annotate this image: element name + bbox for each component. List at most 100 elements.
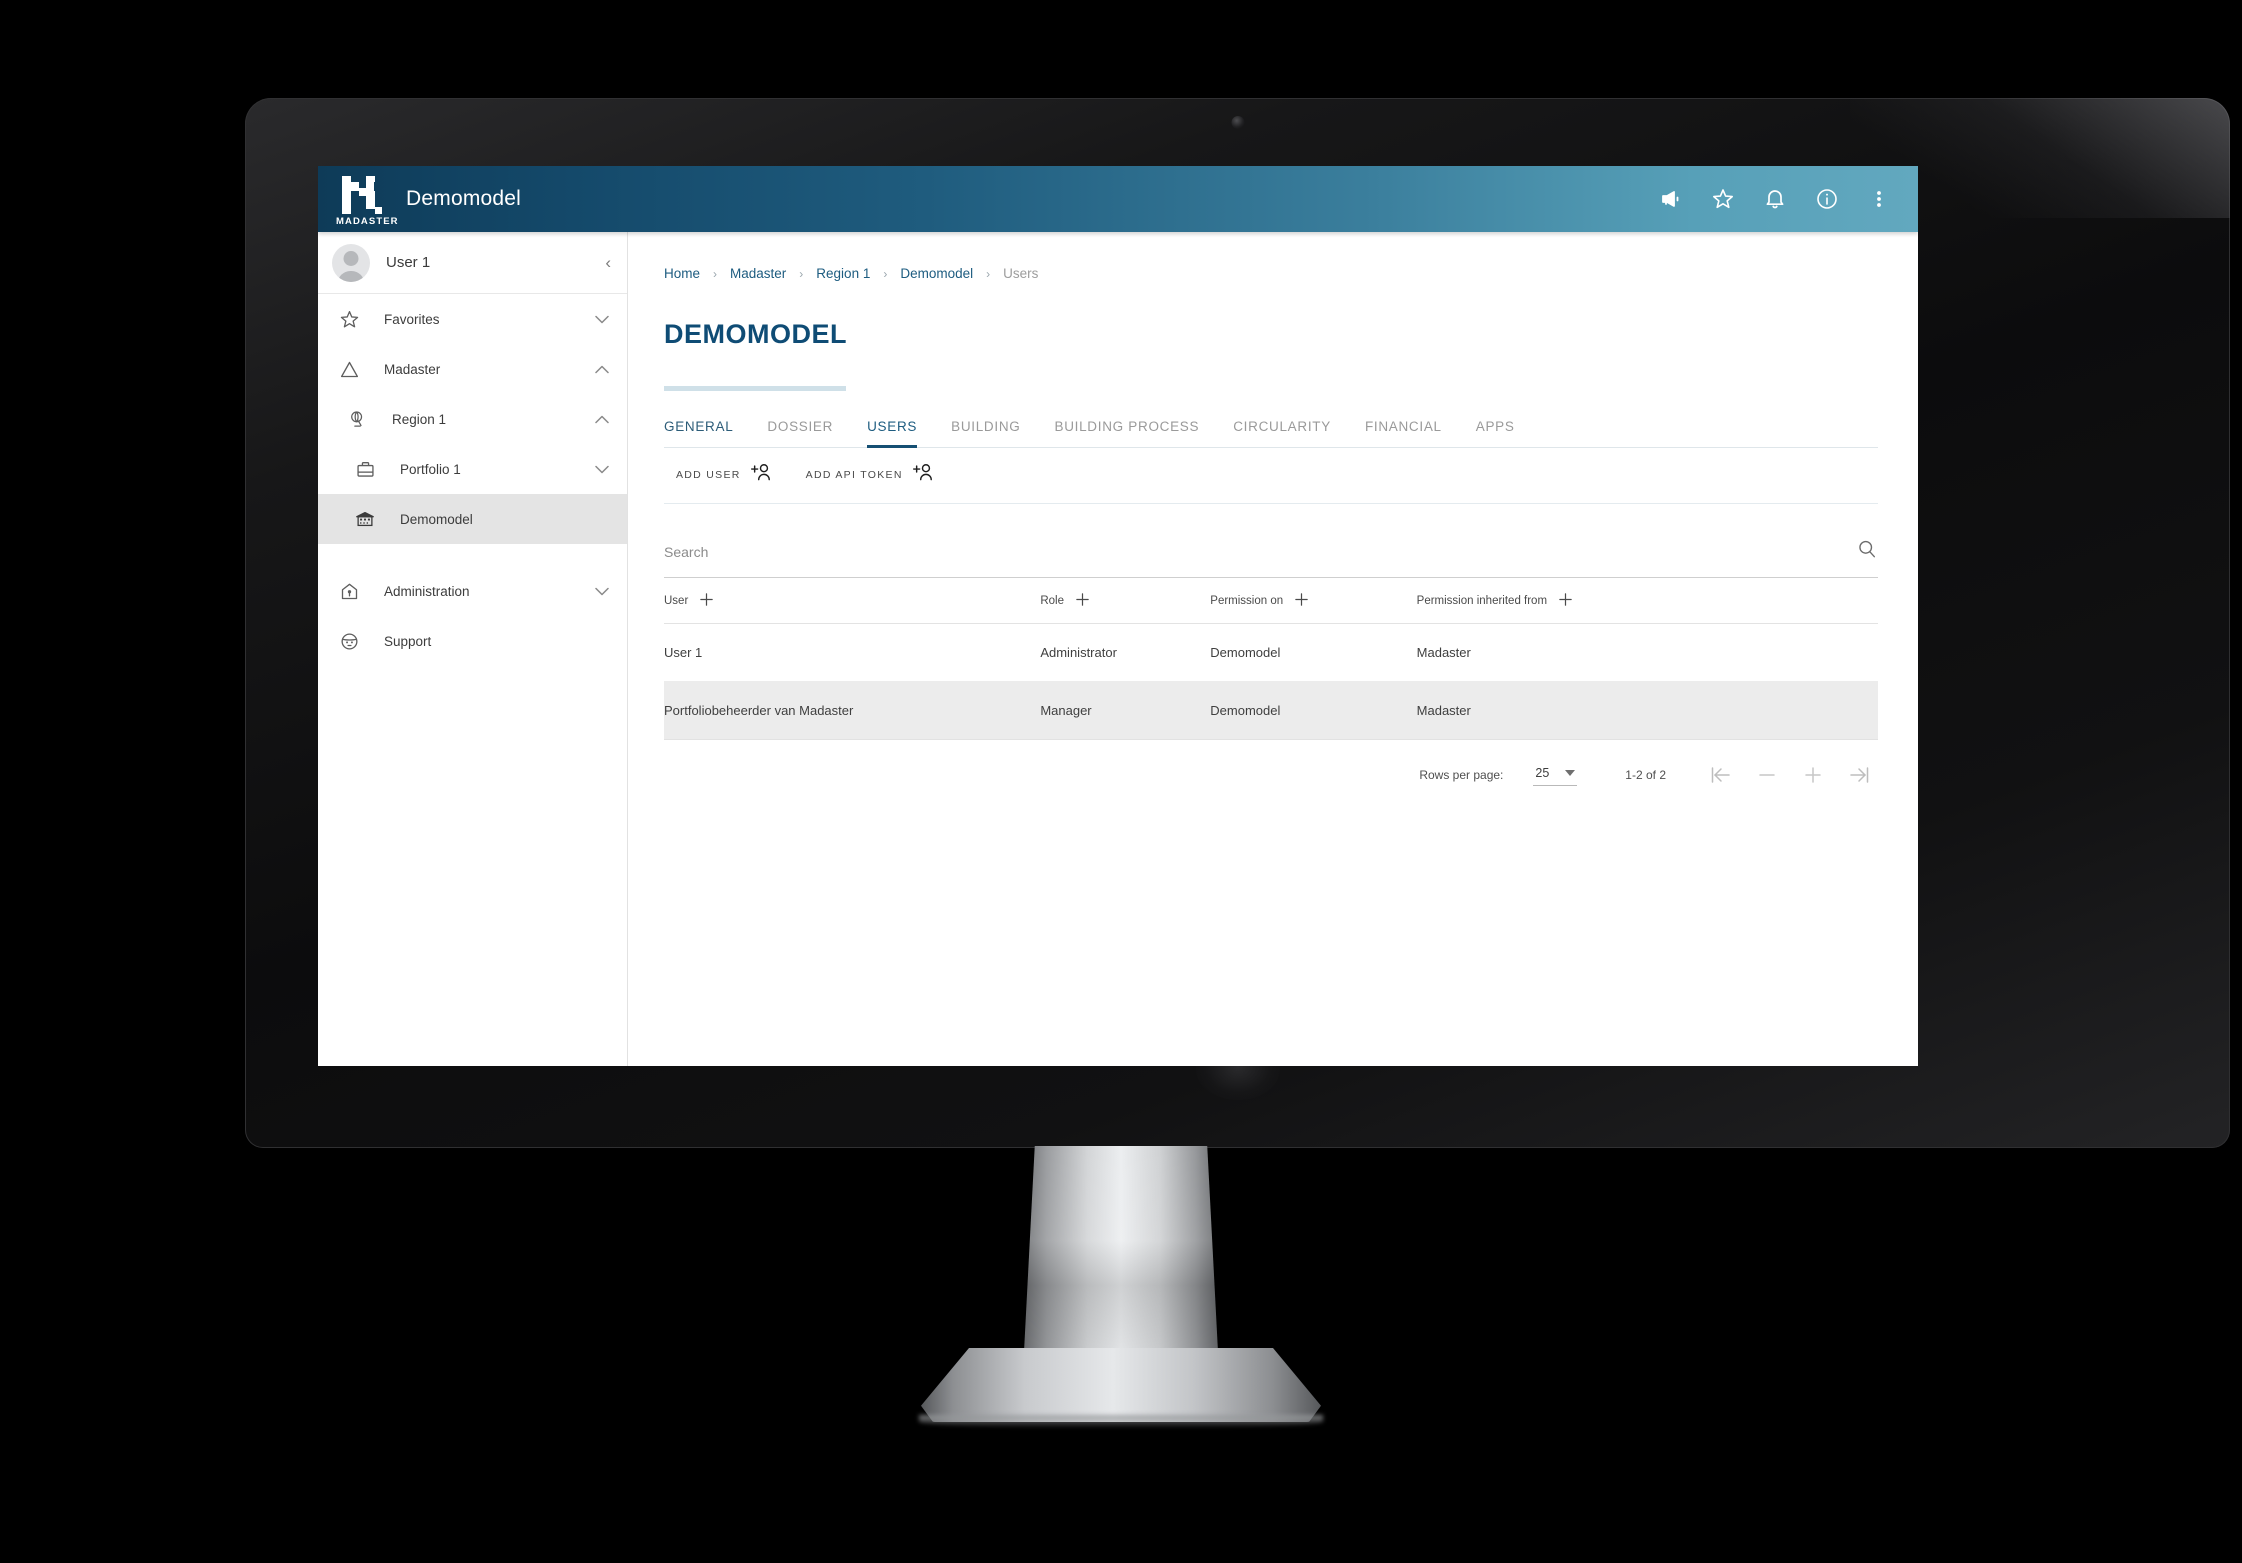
- webcam-icon: [1231, 116, 1244, 129]
- column-header-user[interactable]: User: [664, 578, 1041, 624]
- sidebar-collapse-button[interactable]: ‹: [605, 254, 611, 271]
- sidebar-item-administration[interactable]: Administration: [318, 566, 627, 616]
- chevron-down-icon[interactable]: [595, 585, 609, 598]
- last-page-button[interactable]: [1844, 760, 1874, 790]
- sidebar-item-madaster[interactable]: Madaster: [318, 344, 627, 394]
- breadcrumb-item-madaster[interactable]: Madaster: [730, 266, 786, 281]
- sidebar-user-row[interactable]: User 1 ‹: [318, 232, 627, 294]
- sidebar-item-portfolio-1[interactable]: Portfolio 1: [318, 444, 627, 494]
- title-underline: [664, 386, 846, 391]
- users-table: User Role Permission on Permission inher…: [664, 578, 1878, 740]
- monitor-stand-foot: [921, 1348, 1321, 1422]
- tab-circularity[interactable]: CIRCULARITY: [1233, 419, 1331, 447]
- megaphone-icon[interactable]: [1658, 186, 1684, 212]
- brand-wordmark: MADASTER: [336, 216, 399, 227]
- sidebar-item-label: Favorites: [384, 311, 440, 327]
- sidebar-item-label: Demomodel: [400, 511, 473, 527]
- column-label: User: [664, 595, 689, 607]
- previous-page-button[interactable]: [1752, 760, 1782, 790]
- table-row[interactable]: User 1 Administrator Demomodel Madaster: [664, 623, 1878, 682]
- breadcrumb-item-home[interactable]: Home: [664, 266, 700, 281]
- search-input[interactable]: [664, 543, 1856, 560]
- column-label: Role: [1040, 595, 1064, 607]
- breadcrumb: Home › Madaster › Region 1 › Demomodel ›…: [664, 266, 1878, 281]
- tab-users[interactable]: USERS: [867, 419, 918, 448]
- app-header: MADASTER Demomodel: [318, 166, 1918, 232]
- breadcrumb-item-region-1[interactable]: Region 1: [816, 266, 870, 281]
- sidebar-item-label: Madaster: [384, 361, 441, 377]
- support-face-icon: [332, 631, 366, 652]
- sidebar-item-support[interactable]: Support: [318, 616, 627, 666]
- sidebar-item-region-1[interactable]: Region 1: [318, 394, 627, 444]
- column-label: Permission inherited from: [1416, 595, 1548, 607]
- next-page-button[interactable]: [1798, 760, 1828, 790]
- cell-user: Portfoliobeheerder van Madaster: [664, 681, 1041, 740]
- breadcrumb-separator: ›: [799, 266, 804, 281]
- first-page-button[interactable]: [1706, 760, 1736, 790]
- plus-icon[interactable]: [1558, 592, 1573, 610]
- triangle-icon: [332, 359, 366, 380]
- brand-logo[interactable]: MADASTER: [318, 174, 398, 227]
- column-header-role[interactable]: Role: [1040, 578, 1211, 624]
- chevron-up-icon[interactable]: [595, 413, 609, 426]
- info-icon[interactable]: [1814, 186, 1840, 212]
- app-body: User 1 ‹ Favorites Madaster Region 1 Por…: [318, 232, 1918, 1066]
- star-icon: [332, 309, 366, 330]
- breadcrumb-item-demomodel[interactable]: Demomodel: [900, 266, 973, 281]
- breadcrumb-item-users: Users: [1003, 266, 1039, 281]
- rows-per-page-value: 25: [1535, 766, 1550, 780]
- plus-icon[interactable]: [699, 592, 714, 610]
- sidebar-item-label: Region 1: [392, 411, 447, 427]
- rows-per-page-label: Rows per page:: [1419, 768, 1504, 782]
- header-icon-group: [1658, 186, 1918, 212]
- column-label: Permission on: [1210, 595, 1284, 607]
- page-title: DEMOMODEL: [664, 319, 847, 349]
- app-title: Demomodel: [406, 187, 522, 210]
- add-user-label: ADD USER: [676, 468, 741, 481]
- more-vertical-icon[interactable]: [1866, 186, 1892, 212]
- monitor-stand-neck: [1023, 1146, 1219, 1371]
- scene: MADASTER Demomodel User 1 ‹ Favorites Ma…: [0, 0, 2242, 1563]
- pagination: Rows per page: 25 1-2 of 2: [664, 740, 1878, 790]
- sidebar-item-label: Portfolio 1: [400, 461, 461, 477]
- sidebar-item-label: Support: [384, 633, 432, 649]
- rows-per-page-select[interactable]: 25: [1533, 764, 1578, 786]
- tab-dossier[interactable]: DOSSIER: [767, 419, 833, 447]
- avatar: [332, 243, 370, 282]
- monitor-stand-shadow: [919, 1415, 1323, 1428]
- cell-permission-inherited-from: Madaster: [1416, 681, 1878, 740]
- star-icon[interactable]: [1710, 186, 1736, 212]
- tab-building-process[interactable]: BUILDING PROCESS: [1054, 419, 1199, 447]
- plus-icon[interactable]: [1075, 592, 1090, 610]
- cell-permission-inherited-from: Madaster: [1416, 623, 1878, 682]
- tab-apps[interactable]: APPS: [1476, 419, 1515, 447]
- sidebar: User 1 ‹ Favorites Madaster Region 1 Por…: [318, 232, 628, 1066]
- search-icon[interactable]: [1856, 538, 1878, 565]
- main-content: Home › Madaster › Region 1 › Demomodel ›…: [628, 232, 1918, 1066]
- chevron-down-icon: [1565, 770, 1576, 776]
- table-header-row: User Role Permission on Permission inher…: [664, 578, 1878, 624]
- action-bar: ADD USER ADD API TOKEN: [664, 448, 1878, 504]
- bell-icon[interactable]: [1762, 186, 1788, 212]
- column-header-permission-inherited-from[interactable]: Permission inherited from: [1416, 578, 1878, 624]
- sidebar-item-demomodel[interactable]: Demomodel: [318, 494, 627, 544]
- sidebar-item-favorites[interactable]: Favorites: [318, 294, 627, 344]
- tab-general[interactable]: GENERAL: [664, 419, 733, 447]
- add-user-button[interactable]: ADD USER: [676, 462, 772, 487]
- chevron-up-icon[interactable]: [595, 363, 609, 376]
- search-row: [664, 526, 1878, 578]
- table-row[interactable]: Portfoliobeheerder van Madaster Manager …: [664, 681, 1878, 740]
- madaster-logo-icon: MADASTER: [336, 174, 398, 227]
- tab-building[interactable]: BUILDING: [951, 419, 1020, 447]
- chevron-down-icon[interactable]: [595, 313, 609, 326]
- briefcase-icon: [348, 459, 382, 480]
- add-api-token-button[interactable]: ADD API TOKEN: [806, 462, 934, 487]
- person-add-icon: [750, 462, 772, 487]
- globe-icon: [340, 409, 374, 430]
- breadcrumb-separator: ›: [713, 266, 718, 281]
- chevron-down-icon[interactable]: [595, 463, 609, 476]
- tab-financial[interactable]: FINANCIAL: [1365, 419, 1442, 447]
- column-header-permission-on[interactable]: Permission on: [1210, 578, 1417, 624]
- sidebar-user-name: User 1: [386, 254, 431, 271]
- plus-icon[interactable]: [1294, 592, 1309, 610]
